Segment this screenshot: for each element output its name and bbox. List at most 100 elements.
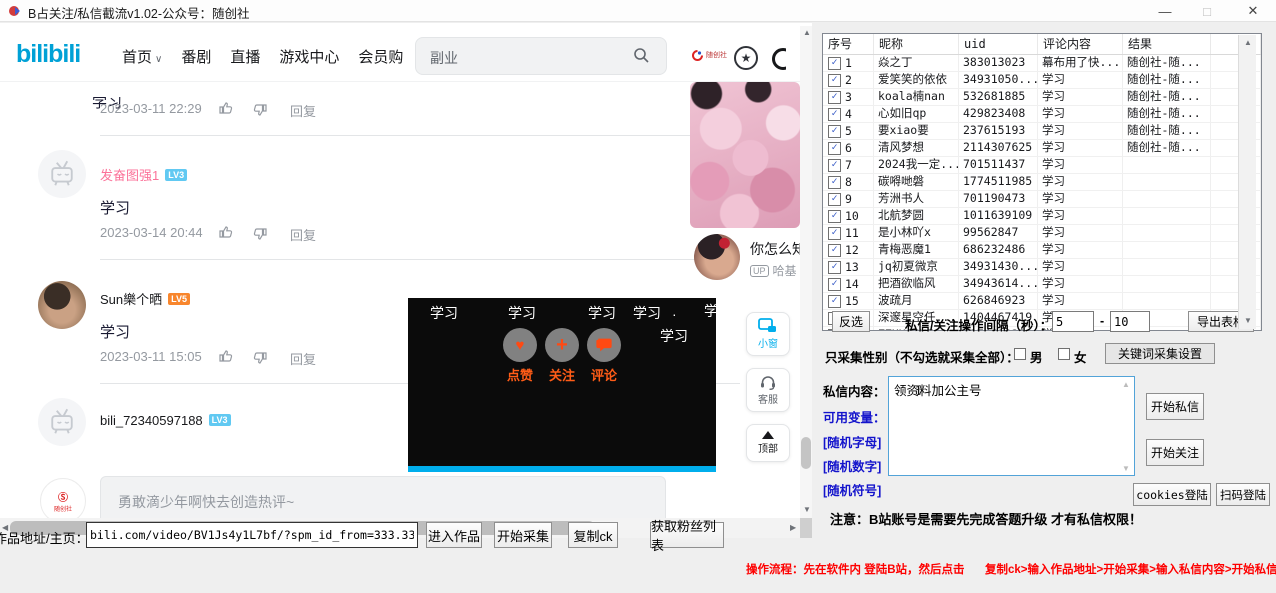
back-to-top-button[interactable]: 顶部 xyxy=(746,424,790,462)
table-row[interactable]: ✓ 13 jq初夏微京 34931430... 学习 xyxy=(823,259,1261,276)
cookies-login-button[interactable]: cookies登陆 xyxy=(1133,483,1211,506)
row-checkbox[interactable]: ✓ xyxy=(828,73,841,87)
nav-item-2[interactable]: 直播 xyxy=(230,46,260,67)
start-dm-button[interactable]: 开始私信 xyxy=(1146,393,1204,420)
search-icon[interactable] xyxy=(632,46,650,64)
row-checkbox[interactable]: ✓ xyxy=(828,209,841,223)
table-row[interactable]: ✓ 5 要xiao要 237615193 学习 随创社-随... xyxy=(823,123,1261,140)
url-input[interactable] xyxy=(86,522,418,548)
male-checkbox[interactable] xyxy=(1014,348,1026,360)
nav-item-1[interactable]: 番剧 xyxy=(181,46,211,67)
row-result: 随创社-随... xyxy=(1123,140,1211,156)
interval-max-input[interactable] xyxy=(1110,311,1150,332)
tv-face-icon xyxy=(51,160,73,186)
random-number-variable[interactable]: [随机数字] xyxy=(823,456,881,475)
maximize-button[interactable]: □ xyxy=(1187,0,1227,22)
reply-button[interactable]: 回复 xyxy=(290,225,316,244)
row-checkbox[interactable]: ✓ xyxy=(828,107,841,121)
row-uid: 429823408 xyxy=(959,106,1038,122)
table-row[interactable]: ✓ 12 青梅恶魔1 686232486 学习 xyxy=(823,242,1261,259)
pip-button[interactable]: 小窗 xyxy=(746,312,790,356)
scroll-right-arrow-icon[interactable]: ▶ xyxy=(790,524,796,532)
avatar[interactable] xyxy=(38,281,86,329)
row-checkbox[interactable]: ✓ xyxy=(828,56,841,70)
comment-username[interactable]: Sun樂个晒 LV5 xyxy=(100,289,190,308)
like-icon[interactable] xyxy=(218,100,234,116)
table-row[interactable]: ✓ 2 爱笑笑的依依 34931050... 学习 随创社-随... xyxy=(823,72,1261,89)
table-row[interactable]: ✓ 1 焱之丁 383013023 幕布用了快... 随创社-随... xyxy=(823,55,1261,72)
textarea-scroll-down-icon[interactable]: ▼ xyxy=(1122,465,1130,473)
interval-min-input[interactable] xyxy=(1052,311,1094,332)
table-row[interactable]: ✓ 8 碳嘚哋磐 1774511985 学习 xyxy=(823,174,1261,191)
danmaku-text: 学习 xyxy=(633,305,661,321)
keyword-settings-button[interactable]: 关键词采集设置 xyxy=(1105,343,1215,364)
dislike-icon[interactable] xyxy=(252,102,268,118)
comment-username[interactable]: 发奋图强1 LV3 xyxy=(100,165,188,184)
row-checkbox[interactable]: ✓ xyxy=(828,294,841,308)
table-row[interactable]: ✓ 9 芳洲书人 701190473 学习 xyxy=(823,191,1261,208)
row-checkbox[interactable]: ✓ xyxy=(828,192,841,206)
table-row[interactable]: ✓ 15 波疏月 626846923 学习 xyxy=(823,293,1261,310)
table-row[interactable]: ✓ 14 把酒欲临风 34943614... 学习 xyxy=(823,276,1261,293)
reply-button[interactable]: 回复 xyxy=(290,349,316,368)
start-follow-button[interactable]: 开始关注 xyxy=(1146,439,1204,466)
star-circle-icon[interactable]: ★ xyxy=(734,46,758,70)
browser-vertical-scroll-thumb[interactable] xyxy=(801,437,811,469)
nav-item-3[interactable]: 游戏中心 xyxy=(279,46,339,67)
up-avatar[interactable] xyxy=(694,234,740,280)
copy-ck-button[interactable]: 复制ck xyxy=(568,522,618,548)
like-icon[interactable] xyxy=(218,348,234,364)
random-letter-variable[interactable]: [随机字母] xyxy=(823,432,881,451)
random-symbol-variable[interactable]: [随机符号] xyxy=(823,480,881,499)
follow-label: 关注 xyxy=(548,368,575,383)
comment-username[interactable]: bili_72340597188 LV3 xyxy=(100,413,231,428)
up-author[interactable]: 哈基 xyxy=(773,262,797,279)
row-checkbox[interactable]: ✓ xyxy=(828,277,841,291)
table-row[interactable]: ✓ 7 2024我一定... 701511437 学习 xyxy=(823,157,1261,174)
search-query: 副业 xyxy=(430,50,458,66)
table-row[interactable]: ✓ 11 是小林吖x 99562847 学习 xyxy=(823,225,1261,242)
like-icon[interactable] xyxy=(218,224,234,240)
dislike-icon[interactable] xyxy=(252,226,268,242)
row-result xyxy=(1123,157,1211,173)
scroll-down-arrow-icon[interactable]: ▼ xyxy=(803,506,811,514)
row-checkbox[interactable]: ✓ xyxy=(828,243,841,257)
enter-work-button[interactable]: 进入作品 xyxy=(426,522,482,548)
service-button[interactable]: 客服 xyxy=(746,368,790,412)
start-collect-button[interactable]: 开始采集 xyxy=(494,522,552,548)
table-row[interactable]: ✓ 6 清风梦想 2114307625 学习 随创社-随... xyxy=(823,140,1261,157)
bilibili-logo[interactable]: bilibili xyxy=(16,40,81,69)
row-checkbox[interactable]: ✓ xyxy=(828,260,841,274)
invert-selection-button[interactable]: 反选 xyxy=(832,311,870,332)
row-checkbox[interactable]: ✓ xyxy=(828,141,841,155)
table-row[interactable]: ✓ 3 koala楠nan 532681885 学习 随创社-随... xyxy=(823,89,1261,106)
nav-item-4[interactable]: 会员购 xyxy=(358,46,403,67)
row-checkbox[interactable]: ✓ xyxy=(828,226,841,240)
avatar[interactable] xyxy=(38,398,86,446)
row-checkbox[interactable]: ✓ xyxy=(828,158,841,172)
video-thumbnail[interactable] xyxy=(690,82,800,228)
table-scroll-down-icon[interactable]: ▼ xyxy=(1244,317,1252,325)
scroll-up-arrow-icon[interactable]: ▲ xyxy=(803,29,811,37)
female-checkbox[interactable] xyxy=(1058,348,1070,360)
textarea-scroll-up-icon[interactable]: ▲ xyxy=(1122,381,1130,389)
related-video-title[interactable]: 你怎么知 xyxy=(750,239,800,259)
video-progress-bar[interactable] xyxy=(408,466,716,472)
avatar[interactable] xyxy=(38,150,86,198)
row-checkbox[interactable]: ✓ xyxy=(828,175,841,189)
close-button[interactable]: ✕ xyxy=(1233,0,1273,22)
row-checkbox[interactable]: ✓ xyxy=(828,124,841,138)
row-index: 13 xyxy=(845,259,859,274)
reply-button[interactable]: 回复 xyxy=(290,101,316,120)
video-overlay[interactable]: 学习 学习 学习 学习 · 学学习 ♥ + 点赞 关注 评论 xyxy=(408,298,718,472)
table-row[interactable]: ✓ 10 北航梦圆 1011639109 学习 xyxy=(823,208,1261,225)
dm-content-textarea[interactable]: 领资料加公主号 xyxy=(888,376,1135,476)
qr-login-button[interactable]: 扫码登陆 xyxy=(1216,483,1270,506)
table-row[interactable]: ✓ 4 心如旧qp 429823408 学习 随创社-随... xyxy=(823,106,1261,123)
table-scroll-up-icon[interactable]: ▲ xyxy=(1244,39,1252,47)
row-checkbox[interactable]: ✓ xyxy=(828,90,841,104)
dislike-icon[interactable] xyxy=(252,350,268,366)
nav-item-0[interactable]: 首页 ∨ xyxy=(122,46,162,67)
get-fans-button[interactable]: 获取粉丝列表 xyxy=(650,519,724,553)
minimize-button[interactable]: — xyxy=(1145,0,1185,22)
